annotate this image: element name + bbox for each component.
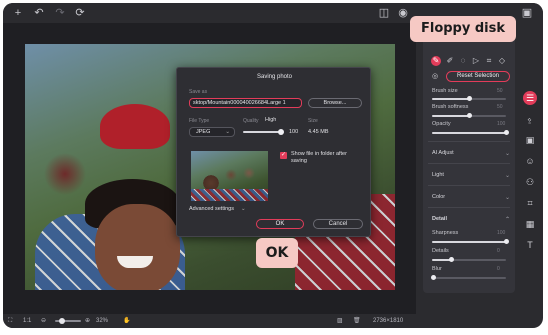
- tag-tool-icon[interactable]: ◇: [497, 56, 507, 66]
- reset-icon[interactable]: ⟳: [73, 6, 87, 20]
- brush-softness-label: Brush softness: [432, 104, 469, 110]
- brush-size-label: Brush size: [432, 88, 458, 94]
- divider: [428, 141, 510, 142]
- divider: [428, 207, 510, 208]
- fit-screen-icon[interactable]: ⛶: [8, 317, 12, 325]
- redo-icon[interactable]: ↷: [53, 6, 67, 20]
- file-type-label: File Type: [189, 118, 210, 124]
- quality-level: High: [265, 117, 277, 123]
- frame-icon[interactable]: ▣: [523, 133, 537, 147]
- sharpness-slider[interactable]: [432, 239, 509, 244]
- lasso-tool-icon[interactable]: ◌: [458, 56, 468, 66]
- brush-size-value: 50: [497, 88, 503, 94]
- chevron-down-icon: ⌄: [504, 195, 510, 201]
- plus-icon[interactable]: +: [11, 6, 25, 20]
- target-icon[interactable]: ◎: [432, 72, 441, 81]
- ok-callout: OK: [256, 238, 298, 268]
- crop-icon[interactable]: ⌗: [523, 196, 537, 210]
- undo-icon[interactable]: ↶: [32, 6, 46, 20]
- save-path-input[interactable]: sktop/Mountain000040026684Large 1: [189, 98, 302, 108]
- ok-button[interactable]: OK: [256, 219, 304, 229]
- opacity-value: 100: [497, 121, 506, 127]
- section-ai-adjust[interactable]: AI Adjust ⌄: [432, 150, 510, 157]
- sharpness-label: Sharpness: [432, 230, 459, 236]
- brush-tool-icon[interactable]: ✎: [431, 56, 441, 66]
- zoom-in-icon[interactable]: ⊕: [85, 317, 90, 325]
- chevron-down-icon: ⌄: [504, 151, 510, 157]
- chevron-up-icon: ⌃: [504, 217, 510, 223]
- quick-select-icon[interactable]: ⌗: [484, 56, 494, 66]
- photo-editor-window: + ↶ ↷ ⟳ ◫ ◉ ▣ ⛶ 1:1 ⊖ ⊕ 32% ✋ ▨ 🗑 2736×1…: [3, 3, 543, 328]
- preview-icon[interactable]: ◉: [396, 6, 410, 20]
- reset-selection-button[interactable]: Reset Selection: [446, 71, 510, 82]
- blur-slider[interactable]: [431, 275, 506, 280]
- divider: [428, 163, 510, 164]
- adjustments-panel: ✎ ✐ ◌ ▷ ⌗ ◇ ◎ Reset Selection Brush size…: [423, 23, 515, 293]
- show-in-folder-label[interactable]: Show file in folder after saving: [291, 151, 351, 165]
- section-light-label: Light: [432, 172, 444, 178]
- trash-icon[interactable]: 🗑: [353, 317, 361, 325]
- cancel-button[interactable]: Cancel: [313, 219, 363, 229]
- browse-button[interactable]: Browse...: [308, 98, 362, 108]
- size-label: Size: [308, 118, 318, 124]
- floppy-disk-callout: Floppy disk: [410, 16, 516, 42]
- layers-icon[interactable]: ▦: [523, 217, 537, 231]
- ratio-label[interactable]: 1:1: [23, 317, 31, 325]
- details-value: 0: [497, 248, 500, 254]
- tool-rail: ☰ ⍚ ▣ ☺ ⚇ ⌗ ▦ T: [519, 91, 541, 266]
- dialog-title: Saving photo: [256, 74, 293, 80]
- chevron-down-icon: ⌄: [504, 173, 510, 179]
- section-light[interactable]: Light ⌄: [432, 172, 510, 179]
- compare-icon[interactable]: ◫: [377, 6, 391, 20]
- opacity-slider[interactable]: [432, 130, 509, 135]
- section-detail-label: Detail: [432, 216, 447, 222]
- file-type-value: JPEG: [196, 129, 211, 135]
- erase-tool-icon[interactable]: ✐: [445, 56, 455, 66]
- zoom-level: 32%: [96, 318, 109, 324]
- brush-softness-value: 50: [497, 104, 503, 110]
- details-label: Details: [432, 248, 449, 254]
- quality-slider-knob[interactable]: [278, 129, 284, 135]
- section-color-label: Color: [432, 194, 446, 200]
- advanced-settings-toggle[interactable]: Advanced settings: [189, 206, 234, 212]
- chevron-down-icon: ⌄: [225, 129, 230, 135]
- details-slider[interactable]: [432, 257, 506, 262]
- file-type-select[interactable]: JPEG ⌄: [189, 127, 235, 137]
- adjust-icon[interactable]: ☰: [523, 91, 537, 105]
- section-color[interactable]: Color ⌄: [432, 194, 510, 201]
- quality-value: 100: [289, 129, 299, 135]
- color-mix-icon[interactable]: ⚇: [523, 175, 537, 189]
- divider: [428, 185, 510, 186]
- thumbnail-shirts: [191, 189, 268, 201]
- blur-value: 0: [497, 266, 500, 272]
- section-detail[interactable]: Detail ⌃: [432, 216, 510, 223]
- hand-icon[interactable]: ✋: [123, 317, 130, 325]
- photo-helmet: [100, 104, 170, 149]
- quality-label: Quality: [243, 118, 259, 124]
- section-ai-adjust-label: AI Adjust: [432, 150, 454, 156]
- image-dimensions: 2736×1810: [373, 318, 404, 324]
- blur-label: Blur: [432, 266, 442, 272]
- bottom-bar: ⛶ 1:1 ⊖ ⊕ 32% ✋ ▨ 🗑 2736×1810: [3, 314, 416, 328]
- opacity-label: Opacity: [432, 121, 451, 127]
- stamp-icon[interactable]: ⍚: [523, 112, 537, 126]
- sharpness-value: 100: [497, 230, 506, 236]
- save-icon[interactable]: ▣: [520, 6, 534, 20]
- photo-thumbnail: [191, 151, 268, 201]
- text-icon[interactable]: T: [523, 238, 537, 252]
- zoom-out-icon[interactable]: ⊖: [41, 317, 46, 325]
- size-value: 4.45 MB: [308, 129, 329, 135]
- quality-slider[interactable]: [243, 131, 283, 133]
- polygon-tool-icon[interactable]: ▷: [471, 56, 481, 66]
- save-as-label: Save as: [189, 89, 208, 95]
- zoom-slider-knob[interactable]: [59, 318, 65, 324]
- chevron-down-icon[interactable]: ⌄: [241, 206, 246, 212]
- brush-softness-slider[interactable]: [432, 113, 506, 118]
- show-in-folder-checkbox[interactable]: ✓: [280, 152, 287, 159]
- brush-size-slider[interactable]: [432, 96, 506, 101]
- photo-face: [95, 204, 180, 290]
- saving-photo-dialog: Saving photo Save as sktop/Mountain00004…: [176, 67, 371, 237]
- image-icon[interactable]: ▨: [337, 317, 343, 325]
- face-icon[interactable]: ☺: [523, 154, 537, 168]
